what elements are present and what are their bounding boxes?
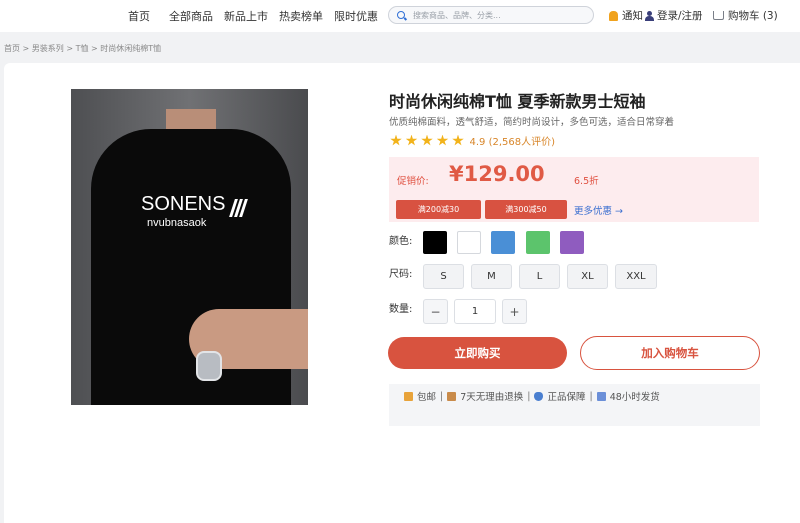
photo-watch <box>196 351 222 381</box>
calendar-icon <box>596 391 606 401</box>
more-offers-link[interactable]: 更多优惠 → <box>574 203 623 217</box>
top-nav-bar: 首页 全部商品 新品上市 热卖榜单 限时优惠 通知 登录/注册 购物车 (3) <box>0 0 800 32</box>
service-guarantees: 包邮 | 7天无理由退换 | 正品保障 | 48小时发货 <box>389 384 760 426</box>
size-option-s[interactable]: S <box>423 264 464 289</box>
star-icon <box>452 134 464 146</box>
buy-now-button[interactable]: 立即购买 <box>388 337 567 369</box>
coupon-200-30[interactable]: 满200减30 <box>396 200 481 219</box>
price: ¥129.00 <box>449 162 545 186</box>
service-separator: | <box>440 390 444 402</box>
product-title: 时尚休闲纯棉T恤 夏季新款男士短袖 <box>389 92 646 111</box>
color-swatch-black[interactable] <box>423 231 447 254</box>
color-swatch-white[interactable] <box>457 231 481 254</box>
color-label: 颜色: <box>389 236 413 247</box>
color-swatch-blue[interactable] <box>491 231 515 254</box>
shirt-stripes-graphic <box>228 199 248 217</box>
shield-icon <box>534 391 544 401</box>
size-option-xxl[interactable]: XXL <box>615 264 657 289</box>
promo-box: 促销价: ¥129.00 6.5折 满200减30 满300减50 更多优惠 → <box>389 157 759 222</box>
nav-flash-sale[interactable]: 限时优惠 <box>334 8 378 24</box>
cart-label: 购物车 (3) <box>728 10 778 22</box>
shirt-sub-print: nvubnasaok <box>147 217 207 229</box>
star-icon <box>436 134 449 146</box>
search-icon <box>397 11 405 19</box>
coupon-300-50[interactable]: 满300减50 <box>485 200 567 219</box>
size-label: 尺码: <box>389 269 413 280</box>
rating-text[interactable]: 4.9 (2,568人评价) <box>470 133 556 148</box>
notifications-label: 通知 <box>622 10 643 22</box>
truck-icon <box>404 391 413 401</box>
nav-home[interactable]: 首页 <box>128 8 150 24</box>
shirt-brand-print: SONENS <box>141 193 226 215</box>
star-icon <box>405 134 418 146</box>
discount-badge: 6.5折 <box>574 176 599 187</box>
nav-all-products[interactable]: 全部商品 <box>169 8 213 24</box>
add-to-cart-button[interactable]: 加入购物车 <box>580 336 760 370</box>
star-icon <box>390 134 402 146</box>
service-free-shipping: 包邮 <box>417 392 437 403</box>
cart-link[interactable]: 购物车 (3) <box>713 8 778 23</box>
login-label: 登录/注册 <box>657 10 703 22</box>
star-icon <box>421 134 433 146</box>
color-swatch-green[interactable] <box>526 231 550 254</box>
bell-icon <box>609 10 618 21</box>
color-swatch-purple[interactable] <box>560 231 584 254</box>
notifications-link[interactable]: 通知 <box>609 8 643 23</box>
quantity-decrease-button[interactable]: − <box>423 299 448 324</box>
search-box[interactable] <box>388 6 594 24</box>
package-icon <box>447 391 457 401</box>
size-option-l[interactable]: L <box>519 264 560 289</box>
nav-new-arrivals[interactable]: 新品上市 <box>224 8 268 24</box>
size-option-m[interactable]: M <box>471 264 512 289</box>
quantity-label: 数量: <box>389 304 413 315</box>
promo-label: 促销价: <box>397 176 429 187</box>
quantity-increase-button[interactable]: + <box>502 299 527 324</box>
service-returns: 7天无理由退换 <box>460 392 524 403</box>
product-image[interactable]: SONENS nvubnasaok <box>71 89 308 405</box>
cart-icon <box>713 11 724 20</box>
user-icon <box>645 10 654 21</box>
service-separator: | <box>589 390 593 402</box>
service-48h-delivery: 48小时发货 <box>609 392 660 403</box>
quantity-input[interactable] <box>454 299 496 324</box>
login-link[interactable]: 登录/注册 <box>645 8 703 23</box>
breadcrumb[interactable]: 首页 > 男装系列 > T恤 > 时尚休闲纯棉T恤 <box>4 43 161 54</box>
rating-stars: 4.9 (2,568人评价) <box>390 133 555 148</box>
size-option-xl[interactable]: XL <box>567 264 608 289</box>
nav-bestsellers[interactable]: 热卖榜单 <box>279 8 323 24</box>
search-input[interactable] <box>413 9 589 22</box>
product-subtitle: 优质纯棉面料，透气舒适，简约时尚设计，多色可选，适合日常穿着 <box>389 117 675 128</box>
service-separator: | <box>527 390 531 402</box>
service-authentic: 正品保障 <box>547 392 586 403</box>
